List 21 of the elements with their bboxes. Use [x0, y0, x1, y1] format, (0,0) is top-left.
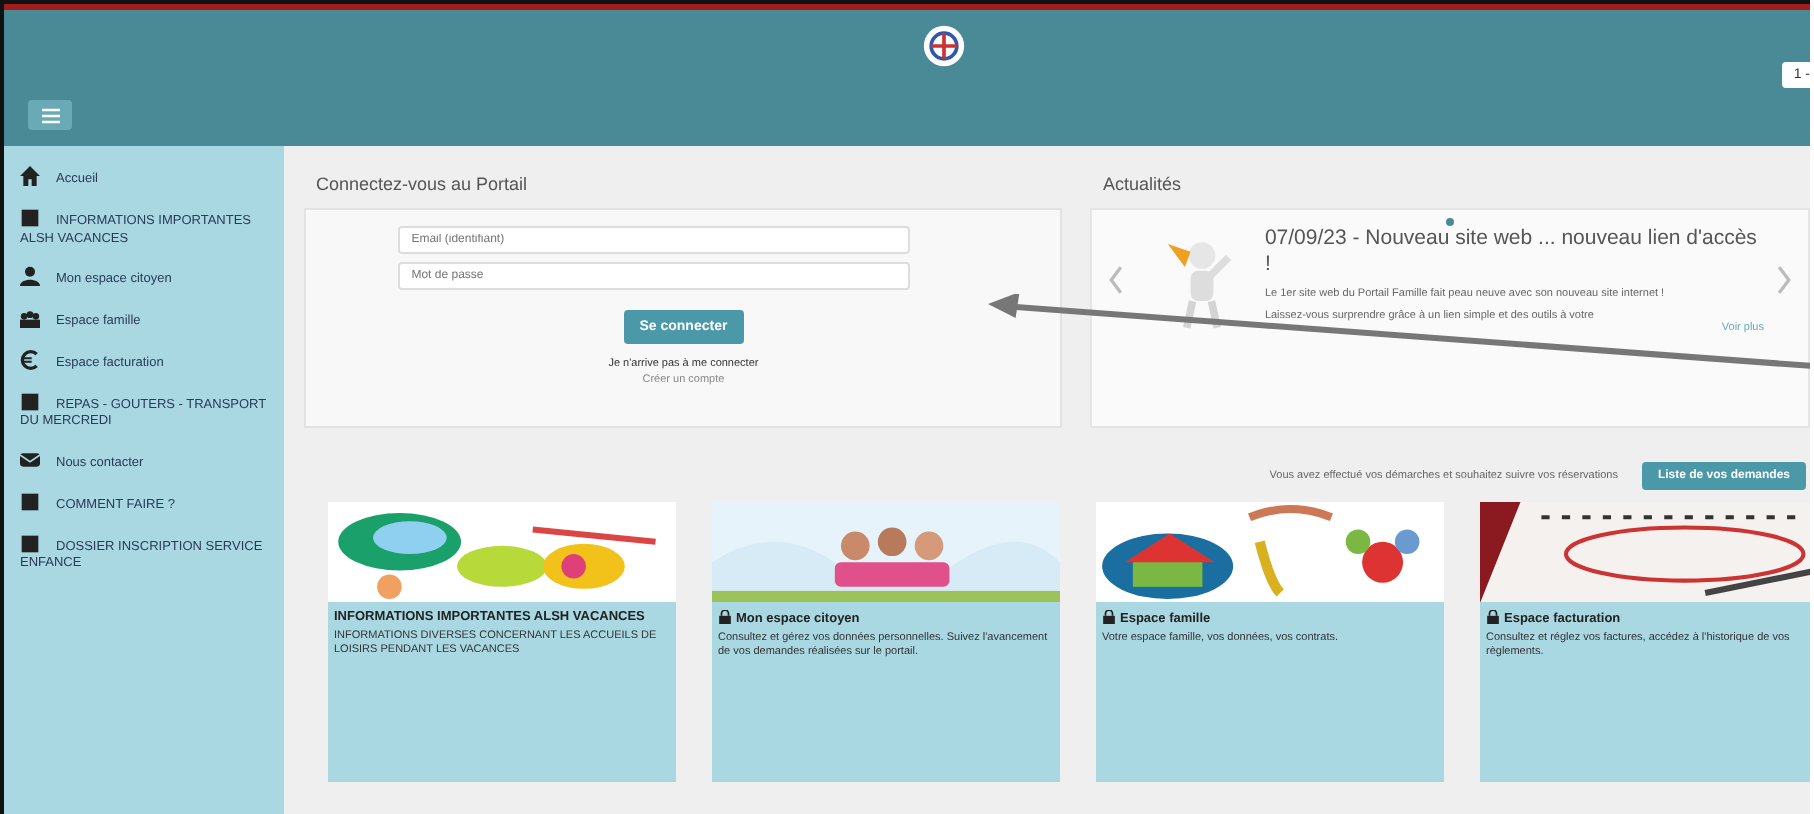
people-icon — [20, 308, 40, 329]
person-icon — [20, 266, 40, 287]
section-title: Connectez-vous au Portail — [316, 174, 530, 196]
square-icon — [20, 491, 40, 512]
envelope-icon — [20, 450, 40, 471]
news-headline: 07/09/23 - Nouveau site web ... nouveau lien d'accès ! — [1264, 226, 1759, 278]
previous-icon[interactable] — [1108, 264, 1125, 296]
square-icon — [20, 533, 40, 554]
euro-icon — [20, 349, 40, 370]
section-title: Actualités — [1102, 174, 1183, 196]
lock-icon — [1102, 610, 1116, 624]
logo-icon — [922, 24, 966, 68]
slide-indicator[interactable] — [1446, 218, 1455, 226]
menu-icon — [41, 107, 59, 123]
menu-button[interactable] — [28, 100, 72, 130]
lock-icon — [718, 610, 732, 624]
square-icon — [20, 391, 40, 412]
lock-icon — [1486, 610, 1500, 624]
square-icon — [20, 207, 40, 228]
next-icon[interactable] — [1776, 264, 1792, 296]
home-icon — [20, 166, 40, 186]
